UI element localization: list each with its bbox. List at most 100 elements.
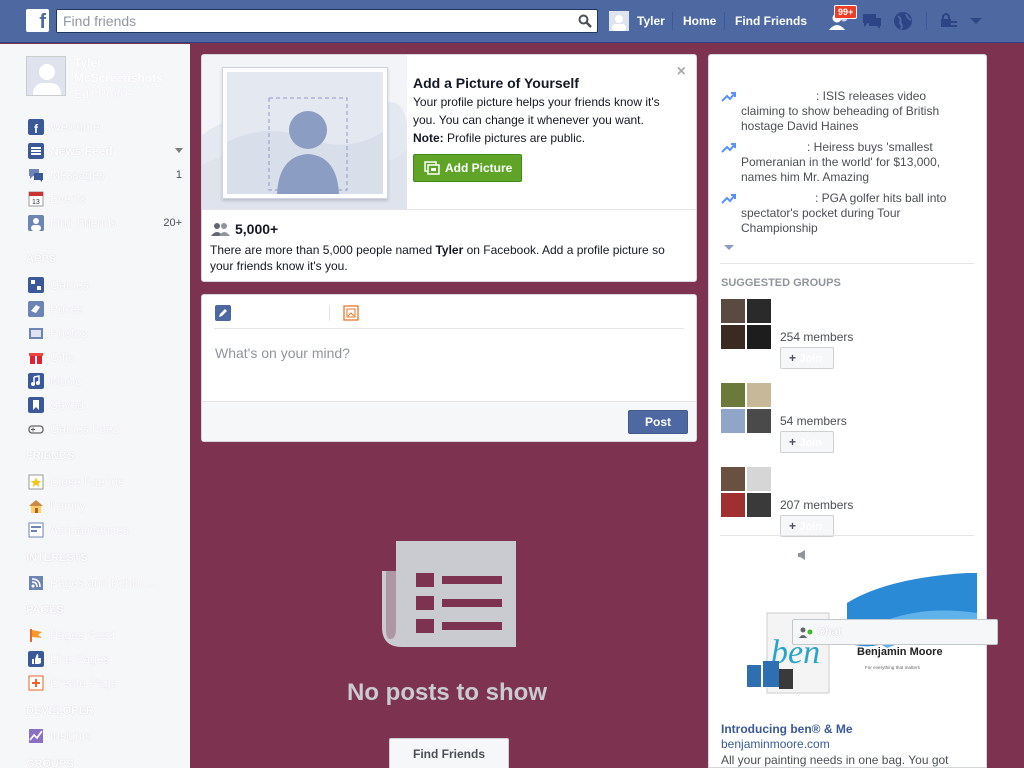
group-member-photos (721, 383, 773, 435)
chat-status-icon (799, 627, 813, 638)
chat-sidebar-toggle[interactable]: Chat (792, 619, 998, 645)
sidebar-item-family[interactable]: Family (28, 497, 186, 515)
group-member-count: 254 members (780, 330, 854, 344)
sidebar-item-create-page[interactable]: Create Page (28, 674, 186, 692)
search-icon[interactable] (578, 14, 592, 28)
sidebar-item-music[interactable]: Music (28, 372, 186, 390)
sidebar-item-find-friends[interactable]: Find Friends 20+ (28, 214, 186, 232)
suggested-group[interactable]: 207 members + Join (721, 467, 981, 537)
profile-link[interactable]: Tyler (609, 11, 665, 31)
sidebar-item-pokes[interactable]: Pokes (28, 300, 186, 318)
groups-heading: GROUPS (26, 758, 74, 768)
join-group-button[interactable]: + Join (780, 347, 834, 369)
megaphone-icon (798, 550, 805, 560)
insights-icon (29, 729, 43, 743)
sidebar-item-label: Insights (50, 729, 92, 743)
find-friends-link[interactable]: Find Friends (735, 14, 807, 28)
messages-icon[interactable] (861, 10, 883, 32)
sidebar-item-label: Music (50, 374, 82, 388)
sidebar-item-insights[interactable]: Insights (28, 727, 186, 745)
status-input[interactable] (215, 343, 675, 363)
friends-heading: FRIENDS (26, 450, 75, 462)
sidebar-item-label: Acquaintances (50, 523, 129, 537)
tab-separator (329, 305, 330, 321)
right-sidebar: : ISIS releases video claiming to show b… (708, 54, 987, 768)
home-link[interactable]: Home (683, 14, 716, 28)
profile-picture[interactable] (26, 56, 66, 96)
profile-name[interactable]: Tyler McScreenshots (74, 56, 174, 86)
sidebar-item-welcome[interactable]: f Welcome (28, 118, 186, 136)
join-group-button[interactable]: + Join (780, 431, 834, 453)
ad-brand-text: Benjamin Moore (857, 646, 943, 658)
trending-arrow-icon (721, 194, 736, 204)
profile-picture-illustration (202, 55, 407, 209)
prompt-desc-text: Your profile picture helps your friends … (413, 95, 660, 127)
user-name: Tyler (637, 14, 665, 28)
sidebar-item-news-feed[interactable]: News Feed (28, 142, 186, 160)
pokes-icon (28, 301, 44, 317)
sidebar-item-label: Gifts (50, 350, 75, 364)
member-photo (721, 325, 745, 349)
sidebar-item-gifts[interactable]: Gifts (28, 348, 186, 366)
join-group-button[interactable]: + Join (780, 515, 834, 537)
trending-item[interactable]: : PGA golfer hits ball into spectator's … (721, 191, 976, 236)
sidebar-item-label: Events (50, 192, 87, 206)
search-input[interactable] (57, 10, 557, 32)
member-photo (721, 409, 745, 433)
sidebar-item-games[interactable]: Games (28, 276, 186, 294)
suggested-group[interactable]: 254 members + Join (721, 299, 981, 369)
sidebar-item-label: Photos (50, 326, 88, 340)
facebook-logo[interactable]: f (26, 9, 49, 33)
plus-icon: + (789, 351, 800, 365)
sidebar-item-label: Saved (50, 398, 85, 412)
group-member-photos (721, 299, 773, 351)
settings-dropdown-icon[interactable] (965, 10, 987, 32)
namesake-name: Tyler (435, 243, 464, 257)
page-background-right (987, 44, 1024, 768)
music-icon (28, 373, 44, 389)
sidebar-item-photos[interactable]: Photos (28, 324, 186, 342)
sidebar-item-games-feed[interactable]: Games Feed (28, 420, 186, 438)
gifts-icon (29, 353, 43, 364)
chevron-down-icon[interactable] (175, 148, 183, 154)
sidebar-item-messages[interactable]: Messages 1 (28, 166, 186, 184)
house-icon (29, 500, 43, 513)
divider (724, 12, 725, 30)
suggested-group[interactable]: 54 members + Join (721, 383, 981, 453)
member-photo (721, 383, 745, 407)
edit-profile-link[interactable]: Edit Profile (74, 86, 174, 102)
close-icon[interactable]: × (677, 63, 686, 81)
notifications-globe-icon[interactable] (892, 10, 914, 32)
sidebar-item-like-pages[interactable]: Like Pages (28, 650, 186, 668)
find-friends-button[interactable]: Find Friends (389, 738, 509, 768)
sidebar-item-events[interactable]: 13 Events (28, 190, 186, 208)
sidebar-item-label: Family (50, 499, 86, 513)
sidebar-item-pages-feed[interactable]: Pages Feed (28, 626, 186, 644)
plus-icon: + (789, 435, 800, 449)
privacy-lock-icon[interactable] (938, 10, 960, 32)
trending-arrow-icon (721, 92, 736, 102)
composer-footer: Post (202, 401, 696, 441)
news-feed-icon (28, 143, 44, 159)
note-text: Profile pictures are public. (443, 131, 586, 145)
trending-item[interactable]: : Heiress buys 'smallest Pomeranian in t… (721, 140, 976, 185)
add-picture-label: Add Picture (445, 161, 513, 175)
sidebar-item-label: Messages (50, 168, 105, 182)
sidebar-item-pages-public-figures[interactable]: Pages and Public ... (28, 574, 186, 592)
see-more-chevron-icon[interactable] (724, 245, 734, 251)
ad-title[interactable]: Introducing ben® & Me (721, 722, 853, 736)
sidebar-item-close-friends[interactable]: Close Friends (28, 473, 186, 491)
sidebar-item-acquaintances[interactable]: Acquaintances (28, 521, 186, 539)
namesake-text: There are more than 5,000 people named (210, 243, 436, 257)
post-button[interactable]: Post (628, 410, 688, 434)
tab-add-photos[interactable] (343, 305, 359, 321)
member-photo (747, 467, 771, 491)
trending-item[interactable]: : ISIS releases video claiming to show b… (721, 89, 976, 134)
add-picture-button[interactable]: Add Picture (413, 154, 522, 182)
tab-update-status[interactable] (215, 305, 231, 321)
profile-summary[interactable]: Tyler McScreenshots Edit Profile (26, 56, 174, 102)
ad-url[interactable]: benjaminmoore.com (721, 737, 830, 751)
sidebar-item-label: Find Friends (50, 216, 117, 230)
sidebar-item-saved[interactable]: Saved (28, 396, 186, 414)
find-friends-count: 20+ (163, 217, 182, 229)
